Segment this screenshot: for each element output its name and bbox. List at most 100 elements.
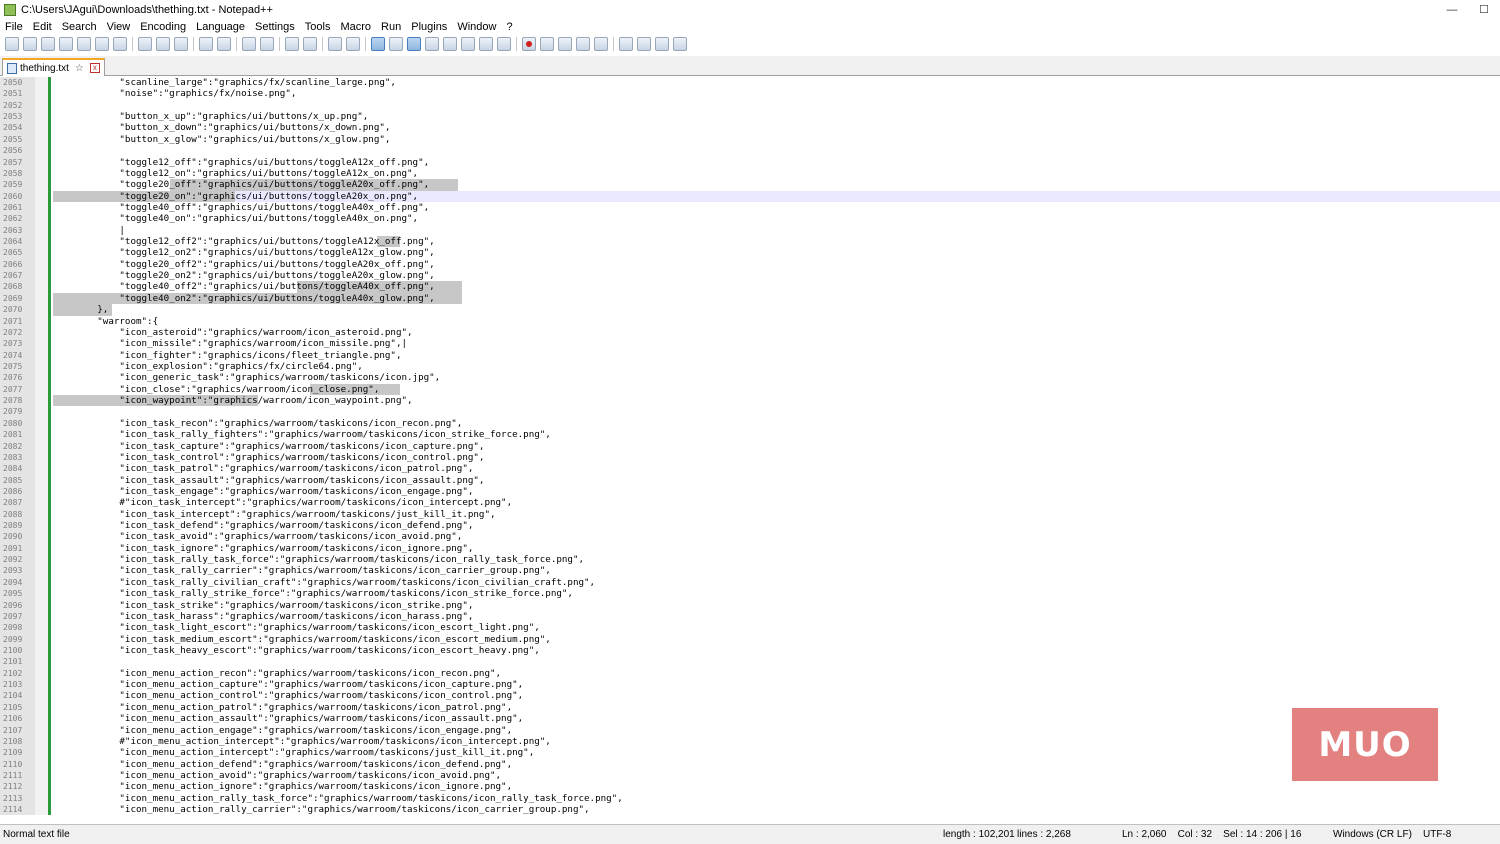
run-macro-multiple-icon[interactable] — [576, 37, 590, 51]
code-line[interactable]: 2072 "icon_asteroid":"graphics/warroom/i… — [0, 326, 1500, 339]
code-line[interactable]: 2066 "toggle20_off2":"graphics/ui/button… — [0, 258, 1500, 271]
line-text[interactable]: "icon_menu_action_control":"graphics/war… — [53, 690, 523, 701]
code-line[interactable]: 2101 — [0, 656, 1500, 668]
line-text[interactable]: "icon_task_engage":"graphics/warroom/tas… — [53, 486, 473, 497]
code-line[interactable]: 2074 "icon_fighter":"graphics/icons/flee… — [0, 349, 1500, 361]
code-line[interactable]: 2094 "icon_task_rally_civilian_craft":"g… — [0, 576, 1500, 589]
fold-margin[interactable] — [35, 588, 48, 600]
editor-area[interactable]: 2050 "scanline_large":"graphics/fx/scanl… — [0, 77, 1500, 823]
line-text[interactable]: "toggle40_off":"graphics/ui/buttons/togg… — [53, 202, 429, 213]
line-text[interactable]: "icon_task_ignore":"graphics/warroom/tas… — [53, 543, 473, 554]
fold-margin[interactable] — [35, 258, 48, 271]
line-text[interactable]: "icon_task_strike":"graphics/warroom/tas… — [53, 600, 473, 611]
copy-icon[interactable] — [156, 37, 170, 51]
line-text[interactable]: "icon_task_defend":"graphics/warroom/tas… — [53, 520, 473, 531]
code-line[interactable]: 2063 | — [0, 224, 1500, 237]
fold-margin[interactable] — [35, 99, 48, 112]
code-line[interactable]: 2089 "icon_task_defend":"graphics/warroo… — [0, 520, 1500, 532]
fold-margin[interactable] — [35, 622, 48, 634]
code-line[interactable]: 2050 "scanline_large":"graphics/fx/scanl… — [0, 77, 1500, 89]
fold-margin[interactable] — [35, 361, 48, 373]
fold-margin[interactable] — [35, 724, 48, 736]
fold-margin[interactable] — [35, 497, 48, 509]
code-line[interactable]: 2086 "icon_task_engage":"graphics/warroo… — [0, 485, 1500, 498]
fold-margin[interactable] — [35, 520, 48, 532]
line-text[interactable]: "icon_asteroid":"graphics/warroom/icon_a… — [53, 327, 412, 338]
menu-tools[interactable]: Tools — [300, 21, 336, 33]
folder-workspace-icon[interactable] — [479, 37, 493, 51]
record-macro-icon[interactable] — [522, 37, 536, 51]
menu-encoding[interactable]: Encoding — [135, 21, 191, 33]
code-line[interactable]: 2113 "icon_menu_action_rally_task_force"… — [0, 792, 1500, 805]
fold-margin[interactable] — [35, 77, 48, 89]
code-line[interactable]: 2083 "icon_task_control":"graphics/warro… — [0, 451, 1500, 464]
line-text[interactable]: "icon_task_medium_escort":"graphics/warr… — [53, 634, 550, 645]
code-line[interactable]: 2055 "button_x_glow":"graphics/ui/button… — [0, 133, 1500, 146]
code-line[interactable]: 2053 "button_x_up":"graphics/ui/buttons/… — [0, 111, 1500, 123]
menu-plugins[interactable]: Plugins — [406, 21, 452, 33]
save-icon[interactable] — [41, 37, 55, 51]
replace-icon[interactable] — [260, 37, 274, 51]
doc-map-icon[interactable] — [443, 37, 457, 51]
code-line[interactable]: 2105 "icon_menu_action_patrol":"graphics… — [0, 701, 1500, 714]
close-icon[interactable] — [77, 37, 91, 51]
code-line[interactable]: 2065 "toggle12_on2":"graphics/ui/buttons… — [0, 247, 1500, 259]
zoom-in-icon[interactable] — [285, 37, 299, 51]
spell-check-icon[interactable] — [619, 37, 633, 51]
fold-margin[interactable] — [35, 88, 48, 100]
code-line[interactable]: 2056 — [0, 145, 1500, 157]
playback-macro-icon[interactable] — [558, 37, 572, 51]
code-line[interactable]: 2068 "toggle40_off2":"graphics/ui/button… — [0, 281, 1500, 293]
fold-margin[interactable] — [35, 474, 48, 486]
code-line[interactable]: 2059 "toggle20_off":"graphics/ui/buttons… — [0, 179, 1500, 191]
code-line[interactable]: 2099 "icon_task_medium_escort":"graphics… — [0, 633, 1500, 645]
fold-margin[interactable] — [35, 758, 48, 770]
code-line[interactable]: 2088 "icon_task_intercept":"graphics/war… — [0, 508, 1500, 521]
code-line[interactable]: 2079 — [0, 406, 1500, 418]
fold-margin[interactable] — [35, 792, 48, 805]
line-text[interactable]: #"icon_menu_action_intercept":"graphics/… — [53, 736, 550, 747]
sync-vertical-icon[interactable] — [328, 37, 342, 51]
fold-margin[interactable] — [35, 645, 48, 657]
menu-view[interactable]: View — [102, 21, 136, 33]
code-line[interactable]: 2107 "icon_menu_action_engage":"graphics… — [0, 724, 1500, 736]
code-line[interactable]: 2060 "toggle20_on":"graphics/ui/buttons/… — [0, 190, 1500, 202]
line-text[interactable]: "icon_menu_action_patrol":"graphics/warr… — [53, 702, 512, 713]
fold-margin[interactable] — [35, 565, 48, 577]
line-text[interactable]: | — [53, 225, 125, 236]
move-down-icon[interactable] — [655, 37, 669, 51]
code-line[interactable]: 2104 "icon_menu_action_control":"graphic… — [0, 690, 1500, 702]
line-text[interactable]: }, — [53, 304, 108, 315]
code-line[interactable]: 2114 "icon_menu_action_rally_carrier":"g… — [0, 804, 1500, 816]
fold-margin[interactable] — [35, 156, 48, 168]
line-text[interactable]: "icon_fighter":"graphics/icons/fleet_tri… — [53, 350, 401, 361]
line-text[interactable]: "icon_task_recon":"graphics/warroom/task… — [53, 418, 462, 429]
code-line[interactable]: 2090 "icon_task_avoid":"graphics/warroom… — [0, 531, 1500, 543]
code-line[interactable]: 2098 "icon_task_light_escort":"graphics/… — [0, 622, 1500, 634]
line-text[interactable]: "noise":"graphics/fx/noise.png", — [53, 88, 296, 99]
line-text[interactable]: "toggle12_on":"graphics/ui/buttons/toggl… — [53, 168, 418, 179]
code-line[interactable]: 2108 #"icon_menu_action_intercept":"grap… — [0, 735, 1500, 748]
fold-margin[interactable] — [35, 713, 48, 725]
fold-margin[interactable] — [35, 735, 48, 748]
line-text[interactable]: "icon_task_rally_task_force":"graphics/w… — [53, 554, 584, 565]
minimize-button[interactable]: — — [1436, 0, 1468, 19]
zoom-out-icon[interactable] — [303, 37, 317, 51]
fold-margin[interactable] — [35, 451, 48, 464]
maximize-button[interactable]: ☐ — [1468, 0, 1500, 19]
fold-margin[interactable] — [35, 224, 48, 237]
code-line[interactable]: 2073 "icon_missile":"graphics/warroom/ic… — [0, 338, 1500, 350]
code-line[interactable]: 2096 "icon_task_strike":"graphics/warroo… — [0, 599, 1500, 611]
fold-margin[interactable] — [35, 383, 48, 396]
line-text[interactable]: "icon_task_rally_civilian_craft":"graphi… — [53, 577, 595, 588]
code-line[interactable]: 2061 "toggle40_off":"graphics/ui/buttons… — [0, 201, 1500, 214]
sync-horizontal-icon[interactable] — [346, 37, 360, 51]
user-defined-lang-icon[interactable] — [425, 37, 439, 51]
code-line[interactable]: 2087 #"icon_task_intercept":"graphics/wa… — [0, 497, 1500, 509]
fold-margin[interactable] — [35, 440, 48, 452]
fold-margin[interactable] — [35, 213, 48, 225]
line-text[interactable]: "button_x_up":"graphics/ui/buttons/x_up.… — [53, 111, 368, 122]
line-text[interactable]: "warroom":{ — [53, 316, 158, 327]
fold-margin[interactable] — [35, 463, 48, 475]
line-text[interactable]: "icon_menu_action_capture":"graphics/war… — [53, 679, 523, 690]
